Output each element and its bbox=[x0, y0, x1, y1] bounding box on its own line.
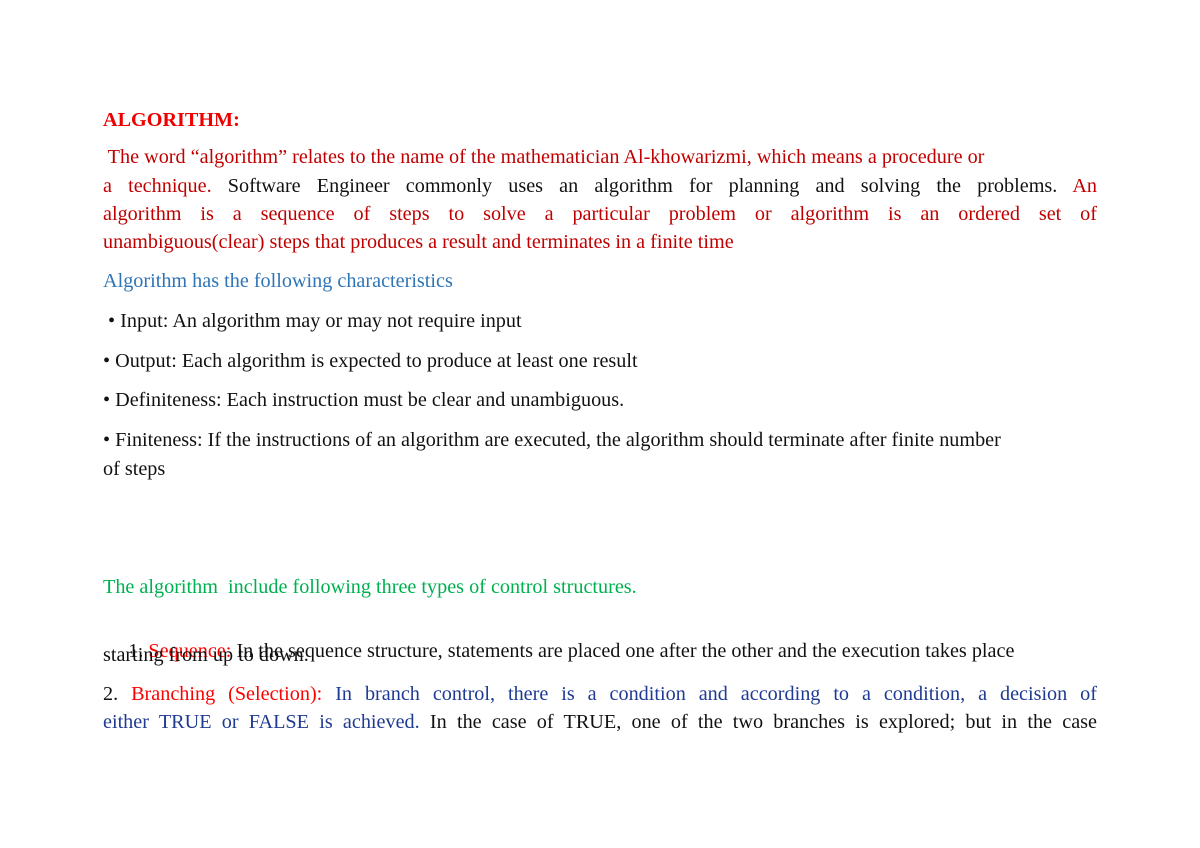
characteristic-finiteness: • Finiteness: If the instructions of an … bbox=[103, 429, 1001, 451]
intro-text-red: a technique. bbox=[103, 175, 212, 197]
intro-text-red-end: An bbox=[1057, 175, 1097, 197]
branching-text-navy: either TRUE or FALSE is achieved. bbox=[103, 711, 420, 733]
intro-line-2: a technique. Software Engineer commonly … bbox=[103, 174, 1097, 198]
branching-number: 2. bbox=[103, 683, 132, 705]
characteristic-finiteness-continued: of steps bbox=[103, 458, 166, 480]
characteristics-heading: Algorithm has the following characterist… bbox=[103, 270, 453, 292]
sequence-text: In the sequence structure, statements ar… bbox=[231, 640, 1015, 662]
characteristic-output: • Output: Each algorithm is expected to … bbox=[103, 350, 638, 372]
intro-line-4: unambiguous(clear) steps that produces a… bbox=[103, 231, 734, 253]
characteristic-input: • Input: An algorithm may or may not req… bbox=[103, 310, 522, 332]
intro-line-1: The word “algorithm” relates to the name… bbox=[103, 145, 1097, 169]
branching-label: Branching (Selection): bbox=[131, 683, 323, 705]
characteristic-definiteness: • Definiteness: Each instruction must be… bbox=[103, 389, 625, 411]
intro-text-black: Software Engineer commonly uses an algor… bbox=[211, 175, 1058, 197]
sequence-line-2: starting from up to down. bbox=[103, 644, 309, 666]
intro-line-3: algorithm is a sequence of steps to solv… bbox=[103, 203, 1097, 225]
intro-text: The word “algorithm” relates to the name… bbox=[103, 146, 985, 168]
control-structures-heading: The algorithm include following three ty… bbox=[103, 576, 637, 598]
branching-text-black: In the case of TRUE, one of the two bran… bbox=[419, 711, 1097, 733]
branching-text: In branch control, there is a condition … bbox=[322, 683, 1097, 705]
branching-line-1: 2. Branching (Selection): In branch cont… bbox=[103, 682, 1097, 706]
document-title: ALGORITHM: bbox=[103, 109, 240, 131]
branching-line-2: either TRUE or FALSE is achieved. In the… bbox=[103, 710, 1097, 734]
